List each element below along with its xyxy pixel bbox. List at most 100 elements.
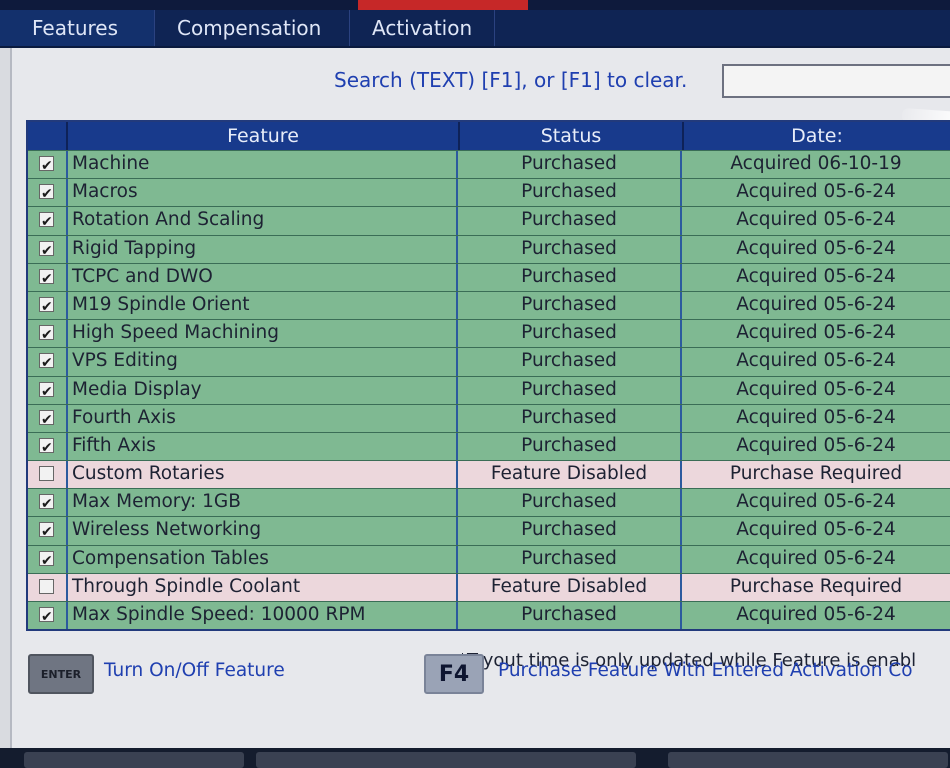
- feature-checkbox[interactable]: [39, 435, 54, 460]
- feature-date: Acquired 05-6-24: [736, 265, 896, 287]
- feature-date: Acquired 05-6-24: [736, 491, 896, 513]
- table-row[interactable]: Rigid TappingPurchased Acquired 05-6-24: [28, 234, 950, 263]
- feature-checkbox[interactable]: [39, 519, 54, 545]
- feature-checkbox[interactable]: [39, 322, 54, 347]
- feature-name: Fourth Axis: [68, 404, 458, 432]
- feature-name: Media Display: [68, 376, 458, 404]
- bottom-bar-segment: [256, 752, 636, 768]
- tab-features[interactable]: Features: [0, 10, 155, 46]
- feature-name: Wireless Networking: [68, 517, 458, 545]
- table-row[interactable]: Max Spindle Speed: 10000 RPMPurchased Acq…: [28, 601, 950, 630]
- feature-name: TCPC and DWO: [68, 263, 458, 291]
- table-row[interactable]: Through Spindle Coolant Feature Disabled P…: [28, 572, 950, 601]
- feature-date: Acquired 05-6-24: [736, 237, 896, 259]
- bottom-bar-segment: [24, 752, 244, 768]
- checkbox-cell: [28, 348, 68, 376]
- feature-status: Purchased: [458, 545, 682, 573]
- feature-date: Acquired 05-6-24: [736, 378, 896, 400]
- checkbox-cell: [28, 573, 68, 601]
- feature-status: Purchased: [458, 348, 682, 376]
- feature-checkbox[interactable]: [39, 350, 54, 376]
- feature-status: Feature Disabled: [458, 573, 682, 601]
- checkbox-cell: [28, 545, 68, 573]
- feature-status: Purchased: [458, 489, 682, 517]
- table-row[interactable]: MacrosPurchased Acquired 05-6-24: [28, 178, 950, 207]
- feature-status: Purchased: [458, 320, 682, 348]
- feature-name: Rigid Tapping: [68, 235, 458, 263]
- table-row[interactable]: MachinePurchased Acquired 06-10-19: [28, 150, 950, 179]
- bottom-bar-segment: [668, 752, 948, 768]
- feature-checkbox[interactable]: [39, 294, 54, 319]
- feature-checkbox[interactable]: [39, 491, 54, 516]
- feature-checkbox[interactable]: [39, 266, 54, 291]
- enter-key-button[interactable]: ENTER: [28, 654, 94, 694]
- checkbox-cell: [28, 404, 68, 432]
- enter-key-hint: Turn On/Off Feature: [104, 660, 285, 681]
- table-row[interactable]: Custom Rotaries Feature Disabled Purchase …: [28, 460, 950, 489]
- f4-key-button[interactable]: F4: [424, 654, 484, 694]
- feature-checkbox[interactable]: [39, 153, 54, 178]
- table-row[interactable]: Media DisplayPurchased Acquired 05-6-24: [28, 375, 950, 404]
- feature-status: Feature Disabled: [458, 461, 682, 489]
- tab-compensation[interactable]: Compensation: [155, 10, 350, 46]
- table-row[interactable]: M19 Spindle OrientPurchased Acquired 05-6…: [28, 290, 950, 320]
- checkbox-cell: [28, 376, 68, 404]
- active-top-tab-indicator: [358, 0, 528, 10]
- feature-name: VPS Editing: [68, 348, 458, 376]
- checkbox-cell: [28, 602, 68, 630]
- table-row[interactable]: VPS EditingPurchased Acquired 05-6-24: [28, 347, 950, 376]
- feature-checkbox[interactable]: [39, 466, 54, 482]
- feature-status: Purchased: [458, 179, 682, 207]
- header-feature[interactable]: Feature: [68, 122, 460, 150]
- feature-date: Acquired 05-6-24: [736, 350, 896, 372]
- checkbox-cell: [28, 320, 68, 348]
- checkbox-cell: [28, 151, 68, 179]
- feature-status: Purchased: [458, 602, 682, 630]
- search-input[interactable]: [722, 64, 950, 98]
- feature-date: Acquired 05-6-24: [736, 322, 896, 344]
- header-date[interactable]: Date:: [684, 122, 950, 150]
- bottom-status-bar: [0, 748, 950, 768]
- search-label: Search (TEXT) [F1], or [F1] to clear.: [334, 68, 688, 92]
- feature-date: Acquired 05-6-24: [736, 209, 896, 231]
- tab-bar: Features Compensation Activation: [0, 10, 950, 48]
- feature-checkbox[interactable]: [39, 604, 54, 629]
- feature-date: Purchase Required: [729, 463, 903, 485]
- table-row[interactable]: TCPC and DWOPurchased Acquired 05-6-24: [28, 262, 950, 291]
- feature-date: Acquired 06-10-19: [730, 153, 902, 174]
- table-row[interactable]: High Speed MachiningPurchased Acquired 05…: [28, 319, 950, 348]
- table-row[interactable]: Fifth AxisPurchased Acquired 05-6-24: [28, 431, 950, 461]
- feature-name: Compensation Tables: [68, 545, 458, 573]
- feature-checkbox[interactable]: [39, 209, 54, 235]
- table-row[interactable]: Wireless NetworkingPurchased Acquired 05-…: [28, 516, 950, 545]
- tab-activation[interactable]: Activation: [350, 10, 496, 46]
- feature-checkbox[interactable]: [39, 181, 54, 206]
- feature-status: Purchased: [458, 432, 682, 461]
- feature-date: Acquired 05-6-24: [736, 181, 896, 203]
- feature-name: Rotation And Scaling: [68, 207, 458, 235]
- feature-checkbox[interactable]: [39, 238, 54, 263]
- table-row[interactable]: Max Memory: 1GBPurchased Acquired 05-6-24: [28, 488, 950, 517]
- checkbox-cell: [28, 263, 68, 291]
- header-status[interactable]: Status: [460, 122, 684, 150]
- feature-checkbox[interactable]: [39, 407, 54, 432]
- features-panel: Search (TEXT) [F1], or [F1] to clear. Fe…: [10, 48, 950, 748]
- feature-checkbox[interactable]: [39, 548, 54, 573]
- table-row[interactable]: Fourth AxisPurchased Acquired 05-6-24: [28, 403, 950, 432]
- features-table: Feature Status Date: MachinePurchasedAcq…: [26, 120, 950, 632]
- checkbox-cell: [28, 517, 68, 545]
- feature-date: Acquired 05-6-24: [736, 519, 896, 541]
- feature-status: Purchased: [458, 376, 682, 404]
- feature-status: Purchased: [458, 404, 682, 432]
- feature-status: Purchased: [458, 263, 682, 291]
- feature-status: Purchased: [458, 235, 682, 263]
- feature-name: Max Spindle Speed: 10000 RPM: [68, 602, 458, 630]
- feature-name: Fifth Axis: [68, 432, 458, 461]
- feature-checkbox[interactable]: [39, 578, 54, 594]
- feature-date: Acquired 05-6-24: [736, 604, 896, 625]
- table-row[interactable]: Compensation TablesPurchased Acquired 05-…: [28, 544, 950, 573]
- feature-date: Purchase Required: [729, 575, 903, 597]
- checkbox-cell: [28, 235, 68, 263]
- feature-checkbox[interactable]: [39, 379, 54, 404]
- table-row[interactable]: Rotation And ScalingPurchased Acquired 05…: [28, 206, 950, 235]
